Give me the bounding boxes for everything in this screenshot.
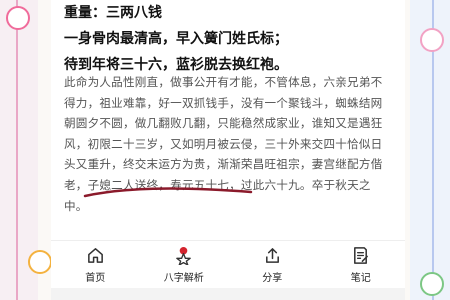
interpretation-main: 此命为人品性刚直，做事公开有才能，不管体息，六亲兄弟不得力，祖业难靠，好一双抓钱… bbox=[64, 75, 383, 192]
handdrawn-underline bbox=[83, 187, 253, 198]
content-card: 重量：三两八钱 一身骨肉最清高，早入簧门姓氏标； 待到年将三十六，蓝衫脱去换红袍… bbox=[51, 0, 405, 300]
tab-bazi-analysis[interactable]: 八字解析 bbox=[140, 241, 229, 289]
tab-share[interactable]: 分享 bbox=[228, 241, 317, 289]
star-badge-icon bbox=[176, 246, 192, 265]
poem-weight-line: 重量：三两八钱 bbox=[64, 5, 162, 21]
share-icon bbox=[265, 248, 279, 263]
bottom-safe-area bbox=[51, 288, 405, 300]
doodle-decoration bbox=[6, 6, 30, 30]
home-icon bbox=[87, 248, 103, 263]
tab-notes[interactable]: 笔记 bbox=[317, 241, 406, 289]
tab-share-label: 分享 bbox=[262, 273, 283, 284]
doodle-decoration bbox=[28, 250, 52, 274]
tab-notes-label: 笔记 bbox=[350, 273, 371, 284]
frame-left-line bbox=[16, 0, 18, 300]
poem-block: 重量：三两八钱 一身骨肉最清高，早入簧门姓氏标； 待到年将三十六，蓝衫脱去换红袍… bbox=[64, 0, 394, 78]
note-icon bbox=[354, 247, 369, 264]
tab-home-label: 首页 bbox=[85, 273, 106, 284]
doodle-decoration bbox=[420, 272, 444, 296]
doodle-decoration bbox=[420, 28, 444, 52]
bottom-tab-bar: 首页 八字解析 分享 笔记 bbox=[51, 240, 405, 289]
tab-bazi-label: 八字解析 bbox=[163, 273, 204, 284]
tab-home[interactable]: 首页 bbox=[51, 241, 140, 289]
poem-line: 一身骨肉最清高，早入簧门姓氏标； bbox=[64, 31, 288, 47]
